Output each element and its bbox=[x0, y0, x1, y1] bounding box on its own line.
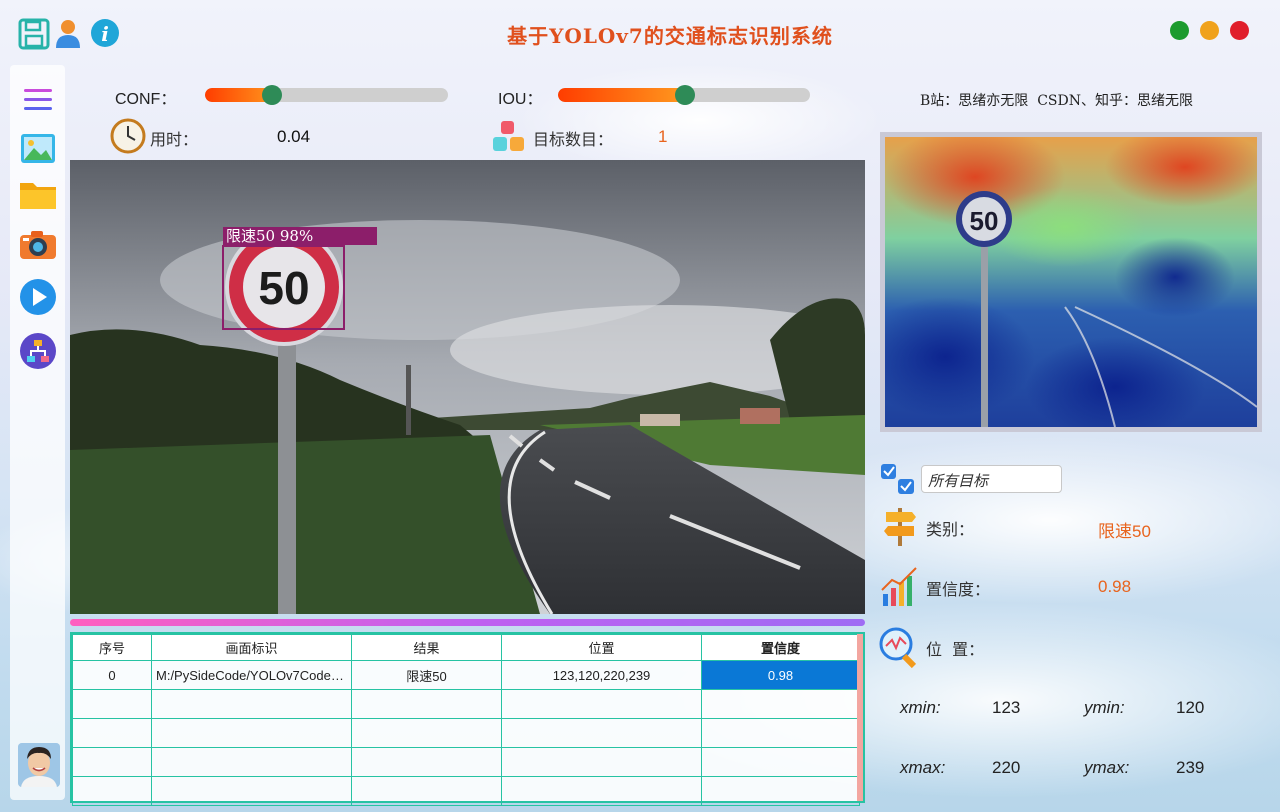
checkbox-icon bbox=[880, 463, 916, 499]
count-value: 1 bbox=[658, 127, 668, 146]
image-icon[interactable] bbox=[18, 128, 58, 168]
xmax-value: 220 bbox=[992, 758, 1021, 777]
minimize-button[interactable] bbox=[1200, 21, 1219, 40]
signpost-icon bbox=[882, 506, 918, 550]
cell-position[interactable]: 123,120,220,239 bbox=[501, 660, 702, 690]
class-label: 类别： bbox=[926, 520, 975, 539]
target-filter-select[interactable]: 所有目标 bbox=[921, 465, 1062, 493]
table-row-empty[interactable] bbox=[72, 776, 860, 806]
app-title: 基于YOLOv7的交通标志识别系统 bbox=[507, 24, 833, 48]
heatmap-image: 50 bbox=[855, 127, 1265, 437]
detection-progress-bar bbox=[70, 619, 865, 626]
col-header-source[interactable]: 画面标识 bbox=[151, 634, 352, 661]
camera-icon[interactable] bbox=[18, 225, 58, 265]
search-location-icon bbox=[878, 626, 922, 674]
close-button[interactable] bbox=[1230, 21, 1249, 40]
iou-label: IOU： bbox=[498, 91, 543, 108]
chart-icon bbox=[880, 566, 920, 612]
svg-text:i: i bbox=[101, 22, 109, 46]
cell-index[interactable]: 0 bbox=[72, 660, 152, 690]
sidebar bbox=[10, 65, 65, 800]
iou-slider-fill bbox=[558, 88, 687, 102]
heatmap-sign-text: 50 bbox=[970, 206, 999, 236]
col-header-confidence[interactable]: 置信度 bbox=[701, 634, 860, 661]
model-icon[interactable] bbox=[18, 331, 58, 371]
ymax-value: 239 bbox=[1176, 758, 1205, 777]
table-row[interactable]: 0 M:/PySideCode/YOLOv7Code/images/speed5… bbox=[72, 660, 860, 690]
menu-icon[interactable] bbox=[18, 80, 58, 120]
avatar[interactable] bbox=[18, 743, 60, 787]
xmin-label: xmin: bbox=[900, 698, 941, 717]
cell-source[interactable]: M:/PySideCode/YOLOv7Code/images/speed50.… bbox=[151, 660, 352, 690]
sign-text: 50 bbox=[258, 262, 309, 314]
iou-slider-handle[interactable] bbox=[675, 85, 695, 105]
confidence-value: 0.98 bbox=[1098, 577, 1132, 596]
xmax-label: xmax: bbox=[900, 758, 946, 777]
table-row-empty[interactable] bbox=[72, 689, 860, 719]
xmin-value: 123 bbox=[992, 698, 1021, 717]
results-table[interactable]: 序号 画面标识 结果 位置 置信度 0 M:/PySideCode/YOLOv7… bbox=[70, 632, 865, 806]
maximize-button[interactable] bbox=[1170, 21, 1189, 40]
count-label: 目标数目： bbox=[533, 130, 614, 149]
position-label: 位 置： bbox=[926, 640, 985, 659]
detection-image: 50 限速50 98% bbox=[70, 160, 865, 614]
folder-icon[interactable] bbox=[18, 175, 58, 215]
save-icon[interactable] bbox=[18, 18, 50, 50]
cell-confidence[interactable]: 0.98 bbox=[701, 660, 860, 690]
target-count-icon bbox=[491, 119, 527, 159]
conf-slider[interactable] bbox=[205, 88, 448, 102]
detection-label: 限速50 98% bbox=[226, 227, 313, 245]
play-icon[interactable] bbox=[18, 277, 58, 317]
credits-text: B站：思绪亦无限 CSDN、知乎：思绪无限 bbox=[920, 93, 1193, 109]
info-icon[interactable]: i bbox=[90, 18, 122, 50]
table-row-empty[interactable] bbox=[72, 747, 860, 777]
confidence-label: 置信度： bbox=[926, 580, 991, 599]
time-value: 0.04 bbox=[277, 127, 311, 146]
table-header-row: 序号 画面标识 结果 位置 置信度 bbox=[72, 634, 860, 661]
time-label: 用时： bbox=[150, 130, 199, 149]
cell-result[interactable]: 限速50 bbox=[351, 660, 502, 690]
ymin-label: ymin: bbox=[1084, 698, 1125, 717]
conf-label: CONF： bbox=[115, 91, 177, 108]
clock-icon bbox=[110, 118, 146, 158]
col-header-index[interactable]: 序号 bbox=[72, 634, 152, 661]
heatmap-frame: 50 bbox=[855, 127, 1265, 437]
user-icon[interactable] bbox=[56, 18, 88, 50]
table-scrollbar[interactable] bbox=[857, 634, 863, 801]
table-row-empty[interactable] bbox=[72, 718, 860, 748]
conf-slider-handle[interactable] bbox=[262, 85, 282, 105]
col-header-result[interactable]: 结果 bbox=[351, 634, 502, 661]
ymin-value: 120 bbox=[1176, 698, 1205, 717]
col-header-position[interactable]: 位置 bbox=[501, 634, 702, 661]
class-value: 限速50 bbox=[1098, 522, 1151, 541]
ymax-label: ymax: bbox=[1084, 758, 1130, 777]
